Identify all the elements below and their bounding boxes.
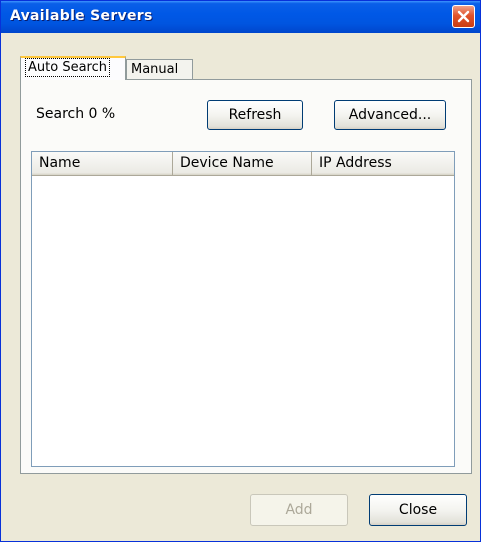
- close-icon: [457, 10, 470, 23]
- search-progress-text: Search 0 %: [36, 106, 116, 122]
- close-button[interactable]: Close: [369, 494, 467, 526]
- title-bar[interactable]: Available Servers: [1, 1, 480, 33]
- column-header-ip-address[interactable]: IP Address: [312, 152, 454, 176]
- refresh-button[interactable]: Refresh: [207, 100, 303, 130]
- add-button[interactable]: Add: [250, 494, 348, 526]
- available-servers-dialog: Available Servers Auto Search Manual Sea…: [0, 0, 481, 542]
- tab-manual-label: Manual: [131, 62, 179, 77]
- tab-manual[interactable]: Manual: [126, 59, 193, 80]
- tab-auto-search[interactable]: Auto Search: [20, 56, 126, 80]
- server-list[interactable]: Name Device Name IP Address: [31, 151, 455, 467]
- window-close-button[interactable]: [452, 5, 475, 28]
- tab-auto-search-label: Auto Search: [25, 58, 110, 77]
- column-header-name[interactable]: Name: [32, 152, 173, 176]
- advanced-button[interactable]: Advanced...: [334, 100, 446, 130]
- window-title: Available Servers: [10, 8, 153, 24]
- server-list-header: Name Device Name IP Address: [32, 152, 454, 176]
- auto-search-panel: Search 0 % Refresh Advanced... Name Devi…: [20, 79, 472, 474]
- column-header-device-name[interactable]: Device Name: [173, 152, 312, 176]
